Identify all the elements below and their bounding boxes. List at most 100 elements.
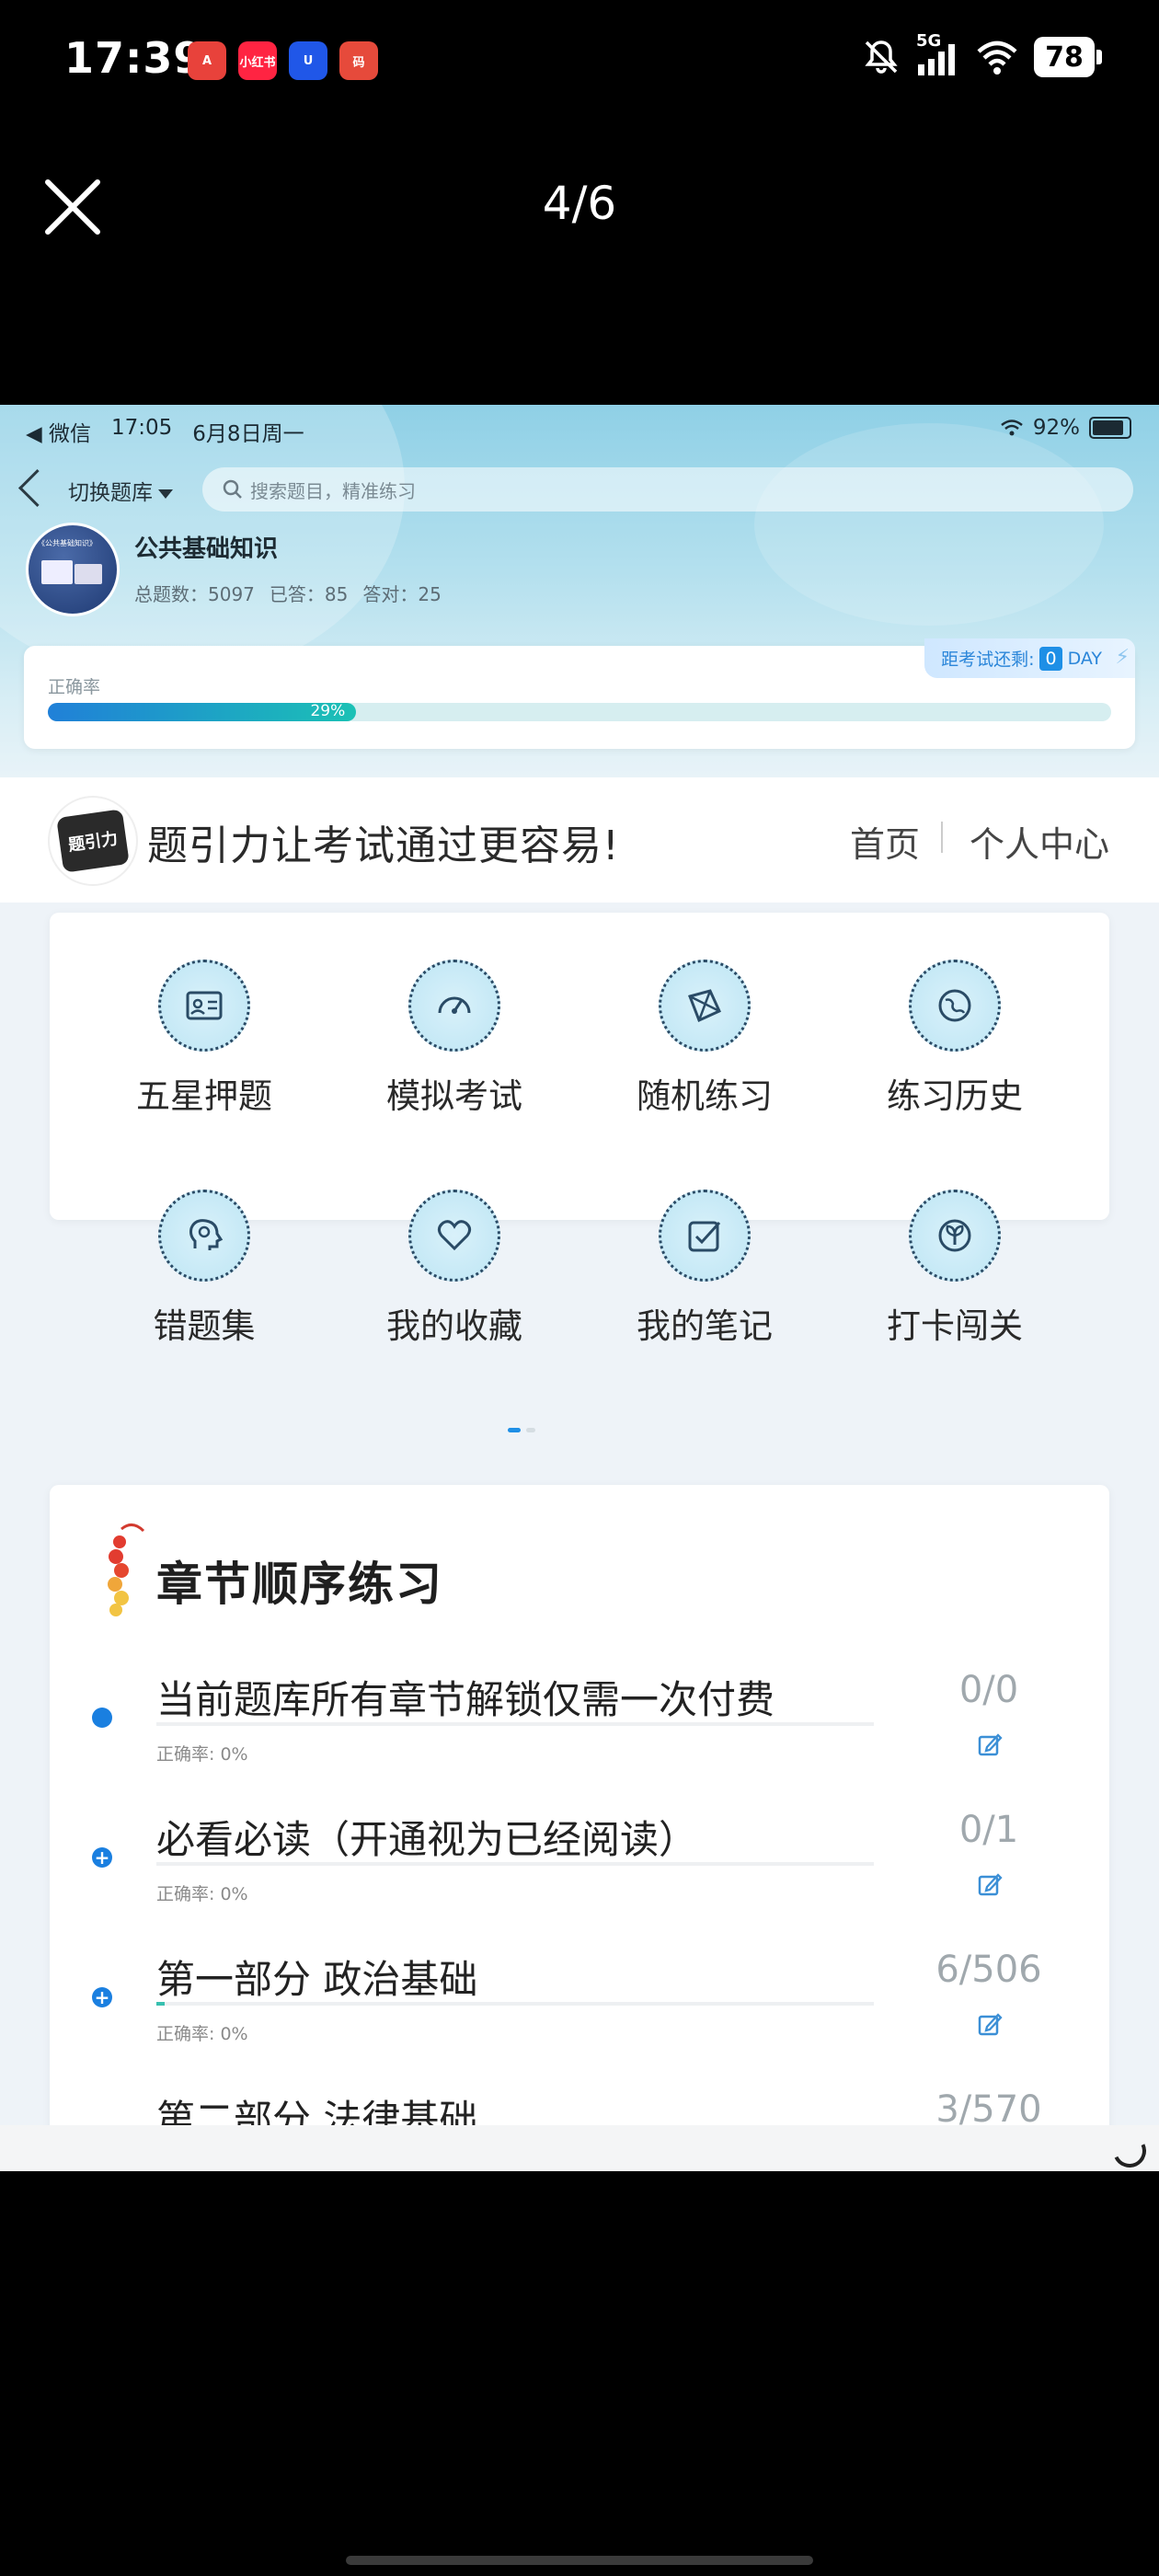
phone-status-bar: 17:39 A 小红书 U 码 5G 78: [0, 0, 1159, 129]
avatar-device-2: [75, 564, 102, 584]
feature-heart-button[interactable]: 我的收藏: [329, 1190, 580, 1348]
edit-note-icon[interactable]: [977, 1731, 1003, 1757]
head-icon: [158, 1190, 250, 1282]
bank-avatar[interactable]: 《公共基础知识》: [26, 523, 120, 616]
chapter-count: 6/506: [935, 1949, 1042, 1991]
speedometer-icon: [408, 960, 500, 1052]
page-dot-active: [508, 1428, 521, 1432]
feature-checkbox-button[interactable]: 我的笔记: [580, 1190, 830, 1348]
cellular-signal-icon: 5G: [916, 31, 960, 77]
exam-countdown-badge: 距考试还剩: 0 DAY ⚡: [924, 638, 1135, 678]
edit-note-icon[interactable]: [977, 1871, 1003, 1897]
stat-correct: 答对：25: [362, 583, 442, 605]
chapter-accuracy: 正确率: 0%: [156, 1884, 248, 1904]
ios-time: 17:05: [111, 416, 173, 440]
feature-label: 随机练习: [637, 1076, 773, 1116]
chapter-row[interactable]: 当前题库所有章节解锁仅需一次付费正确率: 0% 0/0: [0, 1669, 1159, 1812]
back-arrow-icon[interactable]: [17, 468, 57, 508]
feature-head-button[interactable]: 错题集: [79, 1190, 329, 1348]
feature-sprout-button[interactable]: 打卡闯关: [830, 1190, 1080, 1348]
stat-total: 总题数：5097: [134, 583, 255, 605]
feature-random-shape-button[interactable]: 随机练习: [580, 960, 830, 1118]
avatar-device-1: [41, 560, 73, 584]
feature-id-card-button[interactable]: 五星押题: [79, 960, 329, 1118]
ios-date: 6月8日周一: [192, 422, 304, 446]
chapter-progress-bar: [156, 1722, 874, 1726]
countdown-unit: DAY: [1067, 648, 1102, 669]
nav-home-link[interactable]: 首页: [850, 816, 920, 867]
ios-status-right: 92%: [1000, 416, 1131, 440]
screenshot-image: ◀ 微信 17:05 6月8日周一 92% 切换题库 搜索题目，精准练习 《公共…: [0, 405, 1159, 2171]
feature-globe-button[interactable]: 练习历史: [830, 960, 1080, 1118]
accuracy-card: 正确率 29% 距考试还剩: 0 DAY ⚡: [24, 638, 1135, 749]
app-u-notification-icon: U: [289, 41, 327, 80]
feature-label: 我的收藏: [386, 1306, 522, 1346]
stat-answered: 已答：85: [269, 583, 349, 605]
ios-wifi-icon: [1001, 420, 1023, 436]
expand-plus-icon[interactable]: +: [92, 1987, 112, 2007]
nav-divider: [941, 822, 943, 853]
checkbox-icon: [659, 1190, 751, 1282]
feature-label: 练习历史: [887, 1076, 1023, 1116]
expand-plus-icon[interactable]: +: [92, 1847, 112, 1868]
sprout-icon: [909, 1190, 1001, 1282]
bottom-edge: [0, 2125, 1159, 2171]
feature-label: 错题集: [153, 1306, 256, 1346]
nav-profile-link[interactable]: 个人中心: [970, 816, 1109, 867]
firecracker-icon: [108, 1524, 145, 1616]
brand-logo-mark: 题引力: [56, 809, 130, 873]
battery-indicator: 78: [1034, 37, 1102, 77]
search-icon: [223, 479, 242, 499]
chapter-row[interactable]: + 必看必读（开通视为已经阅读） 正确率: 0% 0/1: [0, 1809, 1159, 1952]
switch-bank-dropdown[interactable]: 切换题库: [68, 475, 173, 506]
avatar-caption-mark: 《公共基础知识》: [38, 539, 97, 547]
page-dot: [526, 1428, 535, 1432]
app-a-notification-icon: A: [188, 41, 226, 80]
search-input[interactable]: 搜索题目，精准练习: [202, 467, 1133, 512]
chapter-dot-icon: [92, 1708, 112, 1728]
search-placeholder: 搜索题目，精准练习: [250, 479, 416, 502]
chapter-accuracy: 正确率: 0%: [156, 2024, 248, 2044]
chapter-progress-fill: [156, 2002, 166, 2006]
app-qr-notification-icon: 码: [339, 41, 378, 80]
app-header: ◀ 微信 17:05 6月8日周一 92% 切换题库 搜索题目，精准练习 《公共…: [0, 405, 1159, 777]
random-shape-icon: [659, 960, 751, 1052]
feature-label: 模拟考试: [386, 1076, 522, 1116]
lightning-icon: ⚡: [1115, 646, 1130, 669]
status-time: 17:39: [64, 33, 204, 83]
globe-icon: [909, 960, 1001, 1052]
id-card-icon: [158, 960, 250, 1052]
feature-label: 五星押题: [136, 1076, 272, 1116]
accuracy-label: 正确率: [48, 677, 101, 697]
feature-label: 打卡闯关: [887, 1306, 1023, 1346]
heart-icon: [408, 1190, 500, 1282]
chapter-count: 0/0: [958, 1669, 1019, 1711]
chapter-accuracy: 正确率: 0%: [156, 1744, 248, 1765]
accuracy-progress-bar: 29%: [48, 702, 1111, 721]
home-indicator[interactable]: [346, 2556, 813, 2565]
notification-app-icons: A 小红书 U 码: [188, 41, 378, 80]
feature-label: 我的笔记: [637, 1306, 773, 1346]
chapter-progress-bar: [156, 1862, 874, 1866]
chapter-name: 当前题库所有章节解锁仅需一次付费: [156, 1677, 775, 1722]
chapter-name: 必看必读（开通视为已经阅读）: [156, 1817, 698, 1862]
ios-battery-pct: 92%: [1032, 416, 1080, 440]
chapter-name: 第一部分 政治基础: [156, 1957, 478, 2002]
feature-speedometer-button[interactable]: 模拟考试: [329, 960, 580, 1118]
accuracy-progress-fill: 29%: [48, 702, 357, 721]
edit-note-icon[interactable]: [977, 2011, 1003, 2037]
accuracy-percent: 29%: [310, 702, 346, 720]
ios-back-app[interactable]: ◀ 微信: [26, 416, 91, 447]
chapter-count: 0/1: [958, 1809, 1019, 1851]
xiaohongshu-notification-icon: 小红书: [238, 41, 277, 80]
chapter-row[interactable]: + 第一部分 政治基础正确率: 0% 6/506: [0, 1949, 1159, 2092]
brand-banner: 题引力 题引力让考试通过更容易! 首页 个人中心: [0, 777, 1159, 903]
mute-bell-icon: [865, 40, 898, 74]
ios-status-left: ◀ 微信 17:05 6月8日周一: [26, 416, 304, 447]
countdown-label: 距考试还剩:: [941, 650, 1035, 670]
status-right-group: 5G 78: [861, 31, 1102, 77]
brand-logo: 题引力: [48, 796, 138, 886]
chapter-progress-bar: [156, 2002, 874, 2006]
ios-battery-icon: [1089, 417, 1131, 439]
bank-name: 公共基础知识: [134, 535, 279, 563]
